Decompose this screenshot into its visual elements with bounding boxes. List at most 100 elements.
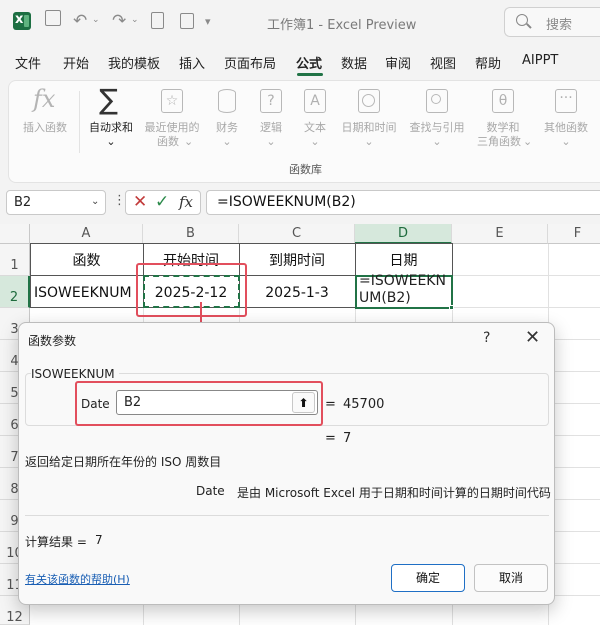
- column-header-f[interactable]: F: [548, 224, 600, 244]
- title-bar: x ↶ ⌄ ↷ ⌄ ▾ 工作簿1 - Excel Preview 搜索: [0, 0, 600, 44]
- theta-icon: θ: [492, 89, 514, 113]
- question-icon: ?: [260, 89, 282, 113]
- sigma-icon: ∑: [99, 83, 118, 116]
- formula-input[interactable]: =ISOWEEKNUM(B2): [206, 190, 600, 215]
- cell-d2-line2: UM(B2): [359, 290, 411, 306]
- lookup-button[interactable]: 查找与引用 ⌄: [403, 85, 471, 149]
- insert-function-icon[interactable]: fx: [179, 193, 193, 211]
- undo-icon[interactable]: ↶: [73, 11, 87, 31]
- result-preview-value: 7: [343, 431, 352, 446]
- select-all-corner[interactable]: [0, 224, 30, 244]
- function-help-link[interactable]: 有关该函数的帮助(H): [25, 571, 130, 587]
- math-dropdown-icon: ⌄: [523, 135, 533, 148]
- app-title: 工作簿1 - Excel Preview: [267, 18, 417, 33]
- column-header-a[interactable]: A: [30, 224, 143, 244]
- financial-dropdown-icon: ⌄: [222, 135, 232, 148]
- tab-review[interactable]: 审阅: [385, 53, 411, 72]
- text-function-button[interactable]: A 文本 ⌄: [295, 85, 335, 149]
- tab-data[interactable]: 数据: [341, 53, 367, 72]
- argument-description-name: Date: [196, 484, 225, 498]
- excel-logo-icon: x: [13, 12, 31, 30]
- more-functions-button[interactable]: ··· 其他函数 ⌄: [537, 85, 595, 149]
- tab-formulas[interactable]: 公式: [296, 53, 322, 72]
- cell-d1[interactable]: 日期: [355, 250, 452, 270]
- name-box-value: B2: [14, 195, 32, 210]
- formula-actions: ✕ ✓ fx: [125, 190, 201, 215]
- column-header-d[interactable]: D: [355, 224, 452, 244]
- autosum-button[interactable]: ∑ 自动求和 ⌄: [83, 83, 139, 148]
- dialog-divider: [25, 515, 549, 516]
- column-header-b[interactable]: B: [143, 224, 239, 244]
- cell-d2-line1: =ISOWEEKN: [359, 273, 446, 289]
- open-file-icon[interactable]: [180, 13, 194, 29]
- ok-button[interactable]: 确定: [391, 564, 465, 592]
- redo-dropdown-icon[interactable]: ⌄: [131, 15, 139, 25]
- financial-button[interactable]: 财务 ⌄: [207, 85, 247, 149]
- datetime-dropdown-icon: ⌄: [364, 135, 374, 148]
- lookup-dropdown-icon: ⌄: [432, 135, 442, 148]
- function-library-label: 函数库: [289, 163, 322, 176]
- logical-button[interactable]: ? 逻辑 ⌄: [251, 85, 291, 149]
- argument-description: 是由 Microsoft Excel 用于日期和时间计算的日期时间代码: [237, 486, 551, 500]
- formula-text: =ISOWEEKNUM(B2): [217, 194, 356, 210]
- more-dropdown-icon: ⌄: [561, 135, 571, 148]
- tab-aippt[interactable]: AIPPT: [522, 53, 558, 68]
- tab-file[interactable]: 文件: [15, 53, 41, 72]
- magnifier-icon: [426, 89, 448, 113]
- insert-function-button[interactable]: fx 插入函数: [15, 85, 75, 143]
- dialog-title: 函数参数: [28, 334, 77, 348]
- active-cell-d2[interactable]: =ISOWEEKN UM(B2): [355, 273, 453, 309]
- argument-evaluated-value: 45700: [343, 397, 385, 412]
- calculation-result-label: 计算结果 =: [25, 535, 87, 549]
- text-dropdown-icon: ⌄: [310, 135, 320, 148]
- confirm-formula-icon[interactable]: ✓: [155, 192, 169, 212]
- tab-view[interactable]: 视图: [430, 53, 456, 72]
- tab-my-templates[interactable]: 我的模板: [108, 53, 160, 72]
- customize-qat-icon[interactable]: ▾: [205, 15, 211, 28]
- save-icon[interactable]: [45, 10, 61, 26]
- cancel-button[interactable]: 取消: [474, 564, 548, 592]
- calculation-result-value: 7: [95, 533, 103, 547]
- result-equals: =: [325, 431, 336, 446]
- search-placeholder: 搜索: [546, 18, 573, 33]
- cancel-formula-icon[interactable]: ✕: [133, 192, 147, 212]
- autosum-dropdown-icon: ⌄: [106, 135, 116, 148]
- math-trig-button[interactable]: θ 数学和 三角函数 ⌄: [473, 85, 533, 149]
- column-header-c[interactable]: C: [239, 224, 355, 244]
- menu-bar: 文件 开始 我的模板 插入 页面布局 公式 数据 审阅 视图 帮助 AIPPT: [0, 48, 600, 76]
- cell-c1[interactable]: 到期时间: [239, 250, 355, 270]
- dialog-close-icon[interactable]: ✕: [525, 327, 540, 348]
- dialog-help-button[interactable]: ?: [483, 330, 490, 346]
- argument-equals: =: [325, 397, 336, 412]
- redo-icon[interactable]: ↷: [112, 11, 126, 31]
- recently-used-button[interactable]: ☆ 最近使用的 函数 ⌄: [140, 85, 204, 149]
- highlight-cell-b2: [136, 263, 247, 317]
- tab-insert[interactable]: 插入: [179, 53, 205, 72]
- coins-icon: [218, 89, 236, 113]
- star-icon: ☆: [161, 89, 183, 113]
- new-file-icon[interactable]: [151, 12, 164, 29]
- tab-home[interactable]: 开始: [63, 53, 89, 72]
- fill-handle[interactable]: [449, 305, 454, 310]
- clock-icon: [358, 89, 380, 113]
- function-arguments-dialog: 函数参数 ? ✕ ISOWEEKNUM Date B2 ⬆ = 45700 = …: [18, 322, 555, 605]
- datetime-button[interactable]: 日期和时间 ⌄: [337, 85, 401, 149]
- cell-a1[interactable]: 函数: [30, 250, 143, 270]
- ribbon: fx 插入函数 ∑ 自动求和 ⌄ ☆ 最近使用的 函数 ⌄ 财务 ⌄ ? 逻辑 …: [8, 80, 600, 183]
- name-box[interactable]: B2 ⌄: [6, 190, 106, 215]
- row-header-2[interactable]: 2: [0, 276, 30, 308]
- text-a-icon: A: [304, 89, 326, 113]
- highlight-argument-input: [75, 381, 323, 426]
- undo-dropdown-icon[interactable]: ⌄: [92, 15, 100, 25]
- cell-c2[interactable]: 2025-1-3: [239, 285, 355, 301]
- search-box[interactable]: 搜索: [504, 7, 600, 37]
- function-description: 返回给定日期所在年份的 ISO 周数目: [25, 455, 222, 469]
- cell-a2[interactable]: ISOWEEKNUM: [34, 285, 142, 301]
- tab-help[interactable]: 帮助: [475, 53, 501, 72]
- chevron-down-icon[interactable]: ⌄: [91, 196, 99, 207]
- column-header-e[interactable]: E: [452, 224, 548, 244]
- more-dots-icon: ···: [555, 89, 577, 113]
- active-tab-indicator: [297, 73, 323, 76]
- tab-page-layout[interactable]: 页面布局: [224, 53, 276, 72]
- row-header-1[interactable]: 1: [0, 244, 30, 276]
